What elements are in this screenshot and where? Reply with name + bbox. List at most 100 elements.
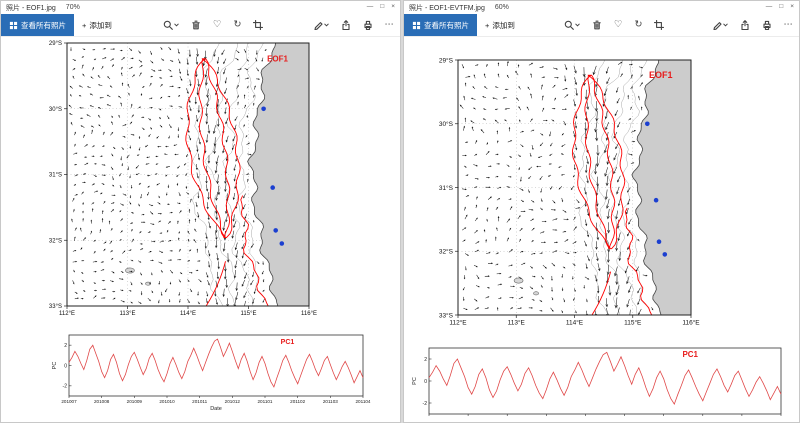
- toolbar-spacer: [523, 14, 558, 36]
- delete-button[interactable]: [185, 14, 207, 36]
- zoom-button[interactable]: [157, 14, 185, 36]
- delete-button[interactable]: [586, 14, 608, 36]
- photos-toolbar: 查看所有照片 + 添加到 ♡ ↻: [404, 14, 799, 37]
- toolbar-spacer: [120, 14, 157, 36]
- svg-text:30°S: 30°S: [49, 107, 62, 113]
- chevron-down-icon: [575, 23, 580, 27]
- plus-icon: +: [485, 21, 489, 30]
- crop-icon: [654, 20, 664, 30]
- view-all-photos-button[interactable]: 查看所有照片: [1, 14, 74, 36]
- svg-text:201103: 201103: [323, 399, 338, 404]
- favorite-button[interactable]: ♡: [207, 14, 228, 36]
- titlebar: 照片 - EOF1.jpg 70% — □ ×: [1, 1, 400, 14]
- photos-window-right: 照片 - EOF1-EVTFM.jpg 60% — □ × 查看所有照片 + 添…: [403, 0, 800, 423]
- svg-text:PC1: PC1: [281, 339, 295, 346]
- minimize-button[interactable]: —: [766, 4, 773, 11]
- minimize-button[interactable]: —: [367, 4, 374, 11]
- heart-icon: ♡: [614, 20, 623, 30]
- edit-button[interactable]: [307, 14, 335, 36]
- svg-text:201104: 201104: [356, 399, 371, 404]
- svg-text:29°S: 29°S: [439, 56, 454, 64]
- svg-text:116°E: 116°E: [682, 319, 700, 327]
- svg-text:PC1: PC1: [682, 350, 698, 359]
- print-button[interactable]: [756, 14, 778, 36]
- maximize-button[interactable]: □: [380, 4, 384, 11]
- rotate-button[interactable]: ↻: [628, 14, 648, 36]
- print-button[interactable]: [357, 14, 379, 36]
- svg-text:PC: PC: [412, 377, 418, 385]
- toolbar-spacer: [269, 14, 306, 36]
- more-button[interactable]: ⋯: [778, 14, 800, 36]
- more-icon: ⋯: [784, 20, 794, 30]
- close-button[interactable]: ×: [391, 4, 395, 11]
- share-button[interactable]: [734, 14, 756, 36]
- grid-icon: [9, 21, 18, 30]
- plus-icon: +: [82, 21, 86, 30]
- photo-canvas[interactable]: EOF1112°E113°E114°E115°E116°E29°S30°S31°…: [404, 37, 799, 422]
- svg-text:33°S: 33°S: [49, 304, 62, 310]
- svg-text:201101: 201101: [258, 399, 273, 404]
- grid-icon: [412, 21, 421, 30]
- svg-text:201007: 201007: [61, 399, 77, 404]
- edit-button[interactable]: [706, 14, 734, 36]
- printer-icon: [762, 20, 772, 30]
- window-title: 照片 - EOF1.jpg: [6, 3, 56, 13]
- svg-text:29°S: 29°S: [49, 41, 62, 47]
- photos-toolbar: 查看所有照片 + 添加到 ♡ ↻: [1, 14, 400, 37]
- svg-text:114°E: 114°E: [566, 319, 584, 327]
- heart-icon: ♡: [213, 20, 222, 30]
- svg-text:32°S: 32°S: [439, 248, 454, 256]
- view-all-photos-button[interactable]: 查看所有照片: [404, 14, 477, 36]
- svg-text:201008: 201008: [94, 399, 110, 404]
- trash-icon: [191, 20, 201, 30]
- svg-text:201102: 201102: [290, 399, 305, 404]
- svg-text:201012: 201012: [225, 399, 241, 404]
- svg-text:EOF1: EOF1: [649, 70, 673, 80]
- crop-button[interactable]: [247, 14, 269, 36]
- more-button[interactable]: ⋯: [379, 14, 401, 36]
- figure-svg: EOF1112°E113°E114°E115°E116°E29°S30°S31°…: [404, 37, 799, 422]
- svg-text:32°S: 32°S: [49, 238, 62, 244]
- svg-text:-2: -2: [423, 401, 428, 407]
- zoom-button[interactable]: [558, 14, 586, 36]
- favorite-button[interactable]: ♡: [608, 14, 629, 36]
- magnifier-icon: [163, 20, 173, 30]
- svg-text:-2: -2: [63, 384, 68, 390]
- window-title: 照片 - EOF1-EVTFM.jpg: [409, 3, 485, 13]
- svg-text:201011: 201011: [192, 399, 207, 404]
- rotate-icon: ↻: [634, 20, 642, 30]
- svg-text:112°E: 112°E: [59, 311, 75, 317]
- svg-text:113°E: 113°E: [508, 319, 526, 327]
- svg-text:201009: 201009: [127, 399, 143, 404]
- svg-text:115°E: 115°E: [241, 311, 257, 317]
- chevron-down-icon: [723, 23, 728, 27]
- add-to-button[interactable]: + 添加到: [477, 14, 523, 36]
- magnifier-icon: [564, 20, 574, 30]
- svg-text:PC: PC: [52, 362, 58, 370]
- photos-window-left: 照片 - EOF1.jpg 70% — □ × 查看所有照片 + 添加到 ♡ ↻: [0, 0, 401, 423]
- svg-text:112°E: 112°E: [449, 319, 467, 327]
- svg-text:33°S: 33°S: [439, 311, 454, 319]
- close-button[interactable]: ×: [790, 4, 794, 11]
- svg-text:2: 2: [64, 343, 67, 349]
- trash-icon: [592, 20, 602, 30]
- share-button[interactable]: [335, 14, 357, 36]
- pencil-icon: [313, 20, 323, 30]
- svg-text:31°S: 31°S: [49, 173, 62, 179]
- figure-svg: EOF1112°E113°E114°E115°E116°E29°S30°S31°…: [1, 37, 400, 422]
- share-icon: [341, 20, 351, 30]
- chevron-down-icon: [324, 23, 329, 27]
- svg-text:30°S: 30°S: [439, 120, 454, 128]
- crop-button[interactable]: [648, 14, 670, 36]
- maximize-button[interactable]: □: [779, 4, 783, 11]
- toolbar-spacer: [670, 14, 705, 36]
- svg-text:EOF1: EOF1: [267, 54, 288, 63]
- crop-icon: [253, 20, 263, 30]
- svg-text:115°E: 115°E: [624, 319, 642, 327]
- rotate-button[interactable]: ↻: [227, 14, 247, 36]
- svg-text:2: 2: [424, 357, 427, 363]
- printer-icon: [363, 20, 373, 30]
- photo-canvas[interactable]: EOF1112°E113°E114°E115°E116°E29°S30°S31°…: [1, 37, 400, 422]
- add-to-button[interactable]: + 添加到: [74, 14, 120, 36]
- svg-text:Date: Date: [210, 406, 222, 412]
